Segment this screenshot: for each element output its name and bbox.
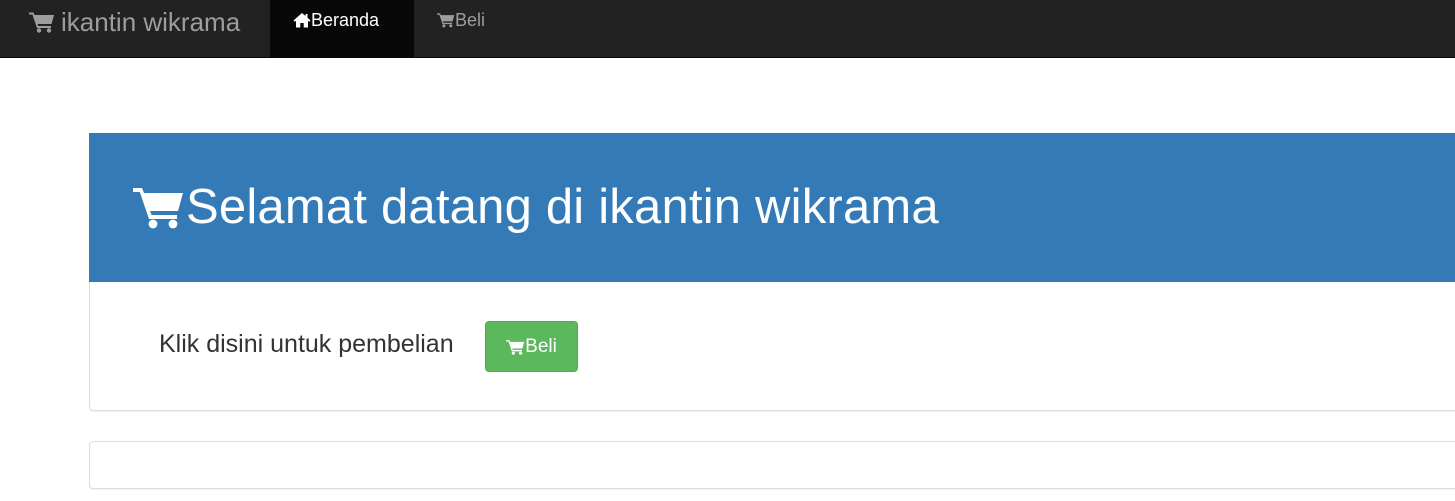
shopping-cart-icon	[437, 12, 455, 28]
purchase-panel: Klik disini untuk pembelian Beli	[89, 282, 1455, 411]
beli-button[interactable]: Beli	[485, 321, 578, 372]
nav-item-beranda[interactable]: Beranda	[270, 0, 414, 58]
jumbotron: Selamat datang di ikantin wikrama	[89, 133, 1455, 282]
purchase-prompt: Klik disini untuk pembelian	[159, 330, 454, 358]
beli-button-label: Beli	[525, 335, 557, 357]
page-title: Selamat datang di ikantin wikrama	[133, 179, 939, 235]
shopping-cart-icon	[506, 339, 525, 355]
brand-label: ikantin wikrama	[61, 6, 241, 37]
shopping-cart-icon	[133, 184, 185, 230]
empty-panel	[89, 441, 1455, 489]
navbar: ikantin wikrama Beranda Beli	[0, 0, 1455, 58]
brand-link[interactable]: ikantin wikrama	[29, 0, 240, 44]
home-icon	[293, 12, 311, 28]
nav-item-beli-label: Beli	[455, 10, 486, 30]
shopping-cart-icon	[29, 11, 55, 33]
nav-item-beli[interactable]: Beli	[414, 0, 514, 58]
nav-item-beranda-label: Beranda	[311, 10, 380, 30]
page-title-text: Selamat datang di ikantin wikrama	[186, 179, 939, 234]
